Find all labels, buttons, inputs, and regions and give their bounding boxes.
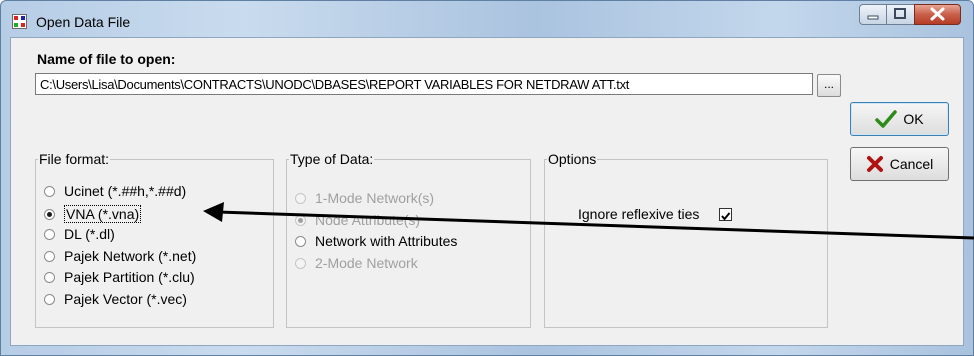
ignore-reflexive-row[interactable]: Ignore reflexive ties bbox=[578, 206, 733, 222]
app-icon bbox=[12, 14, 27, 29]
minimize-icon bbox=[867, 15, 879, 20]
data-type-legend: Type of Data: bbox=[290, 151, 374, 167]
radio-1-mode: 1-Mode Network(s) bbox=[295, 190, 434, 206]
caption-buttons bbox=[859, 4, 961, 26]
radio-ucinet-dot[interactable] bbox=[44, 185, 55, 197]
radio-network-with-attributes-label: Network with Attributes bbox=[315, 233, 458, 249]
options-group: Options Ignore reflexive ties bbox=[544, 151, 828, 328]
radio-vna-dot[interactable] bbox=[44, 208, 55, 220]
radio-dl-dot[interactable] bbox=[44, 228, 55, 240]
radio-2-mode-dot bbox=[295, 257, 306, 269]
title-bar[interactable]: Open Data File bbox=[1, 1, 973, 37]
radio-pajek-vector-label: Pajek Vector (*.vec) bbox=[64, 291, 187, 307]
file-format-legend: File format: bbox=[39, 151, 110, 167]
radio-vna[interactable]: VNA (*.vna) bbox=[44, 205, 142, 223]
maximize-icon bbox=[894, 8, 906, 19]
options-legend: Options bbox=[548, 151, 597, 167]
file-format-group: File format: Ucinet (*.##h,*.##d) VNA (*… bbox=[35, 151, 274, 328]
open-data-file-dialog: Open Data File Name of file to open: ... bbox=[0, 0, 974, 356]
radio-pajek-partition-dot[interactable] bbox=[44, 271, 55, 283]
close-button[interactable] bbox=[914, 4, 961, 25]
ok-button[interactable]: OK bbox=[850, 102, 949, 136]
radio-pajek-vector-dot[interactable] bbox=[44, 293, 55, 305]
radio-pajek-network[interactable]: Pajek Network (*.net) bbox=[44, 248, 196, 264]
radio-pajek-partition[interactable]: Pajek Partition (*.clu) bbox=[44, 269, 195, 285]
dialog-client-area: Name of file to open: ... OK Cancel File… bbox=[10, 37, 964, 346]
radio-ucinet[interactable]: Ucinet (*.##h,*.##d) bbox=[44, 183, 186, 199]
minimize-button[interactable] bbox=[859, 4, 887, 25]
check-icon bbox=[721, 211, 731, 221]
radio-dl-label: DL (*.dl) bbox=[64, 226, 115, 242]
radio-1-mode-dot bbox=[295, 192, 306, 204]
radio-node-attributes-label: Node Attribute(s) bbox=[315, 212, 421, 228]
radio-pajek-network-dot[interactable] bbox=[44, 250, 55, 262]
radio-node-attributes-dot bbox=[295, 214, 306, 226]
browse-button[interactable]: ... bbox=[817, 74, 841, 97]
window-title: Open Data File bbox=[36, 14, 131, 30]
file-name-label: Name of file to open: bbox=[37, 51, 176, 67]
cancel-button[interactable]: Cancel bbox=[850, 147, 949, 181]
data-type-group: Type of Data: 1-Mode Network(s) Node Att… bbox=[286, 151, 531, 328]
ignore-reflexive-label: Ignore reflexive ties bbox=[578, 206, 700, 222]
radio-1-mode-label: 1-Mode Network(s) bbox=[315, 190, 435, 206]
radio-ucinet-label: Ucinet (*.##h,*.##d) bbox=[64, 183, 187, 199]
radio-network-with-attributes-dot[interactable] bbox=[295, 235, 306, 247]
radio-pajek-network-label: Pajek Network (*.net) bbox=[64, 248, 197, 264]
maximize-button[interactable] bbox=[887, 4, 914, 25]
close-icon bbox=[930, 7, 945, 21]
radio-pajek-partition-label: Pajek Partition (*.clu) bbox=[64, 269, 195, 285]
radio-vna-label: VNA (*.vna) bbox=[64, 205, 142, 223]
radio-network-with-attributes[interactable]: Network with Attributes bbox=[295, 233, 457, 249]
ignore-reflexive-checkbox[interactable] bbox=[719, 207, 733, 221]
radio-pajek-vector[interactable]: Pajek Vector (*.vec) bbox=[44, 291, 187, 307]
x-icon bbox=[866, 156, 883, 172]
radio-2-mode-label: 2-Mode Network bbox=[315, 255, 418, 271]
radio-2-mode: 2-Mode Network bbox=[295, 255, 418, 271]
radio-dl[interactable]: DL (*.dl) bbox=[44, 226, 115, 242]
ok-label: OK bbox=[903, 111, 924, 127]
checkmark-icon bbox=[875, 110, 898, 128]
radio-node-attributes: Node Attribute(s) bbox=[295, 212, 420, 228]
file-path-input[interactable] bbox=[35, 73, 813, 95]
cancel-label: Cancel bbox=[889, 156, 934, 172]
